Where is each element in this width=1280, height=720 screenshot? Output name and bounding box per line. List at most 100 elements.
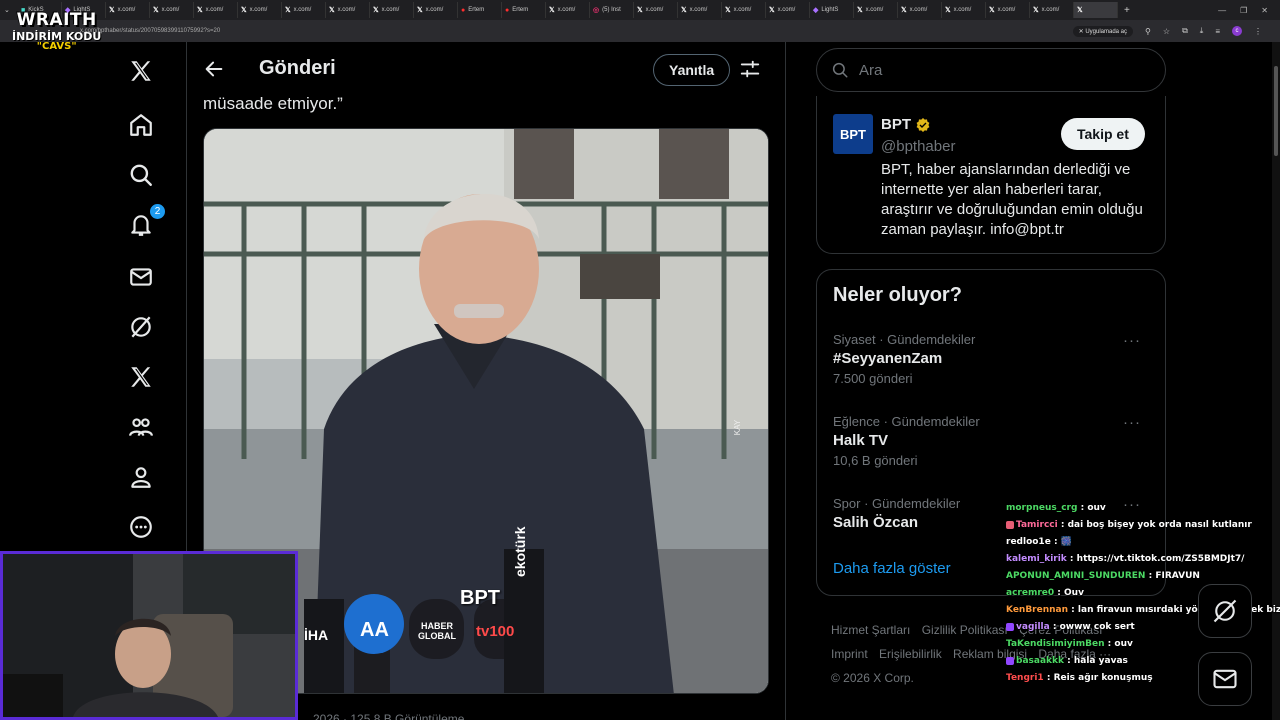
- x-logo-icon[interactable]: [126, 56, 156, 86]
- chat-text: hala yavas: [1073, 656, 1128, 666]
- restore-icon[interactable]: ❐: [1240, 6, 1247, 15]
- open-in-app-button[interactable]: ✕ Uygulamada aç: [1072, 25, 1134, 37]
- communities-icon[interactable]: [126, 412, 156, 442]
- footer-link-imprint[interactable]: Imprint: [831, 647, 868, 661]
- search-svg: [130, 164, 152, 186]
- trend-more-icon[interactable]: ···: [1123, 414, 1141, 431]
- more-options-icon[interactable]: [126, 512, 156, 542]
- back-arrow-icon[interactable]: [203, 58, 225, 80]
- browser-tab[interactable]: 𝕏x.com/: [106, 2, 150, 18]
- reply-button[interactable]: Yanıtla: [653, 54, 731, 86]
- messages-mail-icon[interactable]: [126, 262, 156, 292]
- x-icon: 𝕏: [241, 7, 247, 14]
- mic-label-iha: İHA: [304, 627, 329, 643]
- browser-tab[interactable]: 𝕏x.com/: [854, 2, 898, 18]
- more-vert-icon[interactable]: ⋮: [1254, 27, 1262, 36]
- mic-label-aa: AA: [360, 619, 389, 641]
- browser-tab[interactable]: ● Ertem: [458, 2, 502, 18]
- browser-tab[interactable]: 𝕏x.com/: [986, 2, 1030, 18]
- footer-link-terms[interactable]: Hizmet Şartları: [831, 623, 910, 637]
- sponsor-code: "CAVS": [36, 41, 77, 52]
- scrollbar-thumb[interactable]: [1274, 66, 1278, 156]
- menu-icon[interactable]: ≡: [1215, 27, 1220, 36]
- download-icon[interactable]: ⤓: [1200, 26, 1204, 36]
- minimize-icon[interactable]: —: [1218, 6, 1226, 15]
- browser-tab-label: x.com/: [645, 7, 664, 13]
- browser-tab[interactable]: 𝕏x.com/: [238, 2, 282, 18]
- trend-item[interactable]: Siyaset · Gündemdekiler #SeyyanenZam 7.5…: [833, 332, 1153, 386]
- show-more-link[interactable]: Daha fazla göster: [833, 560, 951, 577]
- grok-icon[interactable]: [126, 312, 156, 342]
- browser-tab[interactable]: 𝕏x.com/: [150, 2, 194, 18]
- browser-tab[interactable]: ● Ertem: [502, 2, 546, 18]
- new-tab-icon[interactable]: +: [1124, 5, 1130, 16]
- browser-tab-label: x.com/: [117, 7, 136, 13]
- browser-tabstrip: ⌄ ■ KickS ◆ LightS 𝕏x.com/𝕏x.com/𝕏x.com/𝕏x.co…: [0, 0, 1280, 20]
- browser-tab-label: x.com/: [381, 7, 400, 13]
- chat-username: KenBrennan: [1006, 605, 1069, 615]
- chat-username: morpneus_crg: [1006, 503, 1078, 513]
- home-icon[interactable]: [126, 110, 156, 140]
- chat-username: vagilla: [1016, 622, 1050, 632]
- grok-float-button[interactable]: [1198, 584, 1252, 638]
- streamer-webcam: [0, 551, 298, 720]
- browser-tab[interactable]: 𝕏: [1074, 2, 1118, 18]
- zoom-icon[interactable]: ⚲: [1145, 27, 1151, 36]
- browser-tab-label: x.com/: [777, 7, 796, 13]
- browser-tab[interactable]: ◆ LightS: [810, 2, 854, 18]
- close-icon[interactable]: ✕: [1261, 6, 1268, 15]
- chat-username: basaakkk: [1016, 656, 1064, 666]
- search-input[interactable]: Ara: [816, 48, 1166, 92]
- chat-message: APONUN_AMINI_SUNDUREN : FIRAVUN: [1006, 568, 1276, 585]
- trend-item[interactable]: Eğlence · Gündemdekiler Halk TV 10,6 B g…: [833, 414, 1153, 468]
- chat-text: 🎆: [1060, 537, 1072, 547]
- browser-tab[interactable]: 𝕏x.com/: [766, 2, 810, 18]
- profile-handle[interactable]: @bpthaber: [881, 138, 955, 155]
- chat-separator: :: [1104, 639, 1115, 649]
- browser-tab[interactable]: 𝕏x.com/: [370, 2, 414, 18]
- post-header: Gönderi Yanıtla: [187, 42, 785, 96]
- follow-button[interactable]: Takip et: [1061, 118, 1145, 150]
- trend-count: 7.500 gönderi: [833, 371, 913, 386]
- bpt-avatar[interactable]: BPT: [833, 114, 873, 154]
- browser-tab-label: x.com/: [337, 7, 356, 13]
- messages-float-button[interactable]: [1198, 652, 1252, 706]
- browser-tab[interactable]: 𝕏x.com/: [546, 2, 590, 18]
- bookmark-star-icon[interactable]: ☆: [1163, 27, 1170, 36]
- trend-name: #SeyyanenZam: [833, 350, 943, 367]
- profile-avatar[interactable]: c: [1232, 26, 1242, 36]
- mic-label-tv100: tv100: [476, 623, 515, 640]
- footer-link-accessibility[interactable]: Erişilebilirlik: [879, 647, 942, 661]
- browser-tab[interactable]: 𝕏x.com/: [194, 2, 238, 18]
- premium-x-icon[interactable]: [126, 362, 156, 392]
- browser-tab[interactable]: 𝕏x.com/: [678, 2, 722, 18]
- profile-icon[interactable]: [126, 462, 156, 492]
- browser-tab[interactable]: 𝕏x.com/: [898, 2, 942, 18]
- browser-tab-label: x.com/: [161, 7, 180, 13]
- browser-tab[interactable]: 𝕏x.com/: [634, 2, 678, 18]
- chat-separator: :: [1068, 605, 1078, 615]
- browser-tab[interactable]: 𝕏x.com/: [414, 2, 458, 18]
- extensions-icon[interactable]: ⧉: [1182, 26, 1188, 36]
- profile-bio: BPT, haber ajanslarından derlediği ve in…: [881, 161, 1143, 238]
- browser-tab[interactable]: 𝕏x.com/: [1030, 2, 1074, 18]
- profile-name[interactable]: BPT: [881, 116, 931, 133]
- chat-badge-icon: [1006, 656, 1014, 665]
- chat-separator: :: [1049, 622, 1060, 632]
- notifications-bell-icon[interactable]: 2: [126, 204, 165, 240]
- browser-tab[interactable]: 𝕏x.com/: [942, 2, 986, 18]
- explore-search-icon[interactable]: [126, 160, 156, 190]
- video-watermark: BPT: [460, 587, 500, 609]
- browser-tab[interactable]: 𝕏x.com/: [326, 2, 370, 18]
- trend-more-icon[interactable]: ···: [1123, 332, 1141, 349]
- browser-tab[interactable]: ◎ (5) Inst: [590, 2, 634, 18]
- chat-separator: :: [1050, 537, 1061, 547]
- footer-link-privacy[interactable]: Gizlilik Politikası: [922, 623, 1008, 637]
- chat-text: ouv: [1087, 503, 1106, 513]
- browser-tab[interactable]: 𝕏x.com/: [722, 2, 766, 18]
- browser-tab[interactable]: 𝕏x.com/: [282, 2, 326, 18]
- tune-settings-icon[interactable]: [739, 58, 761, 80]
- address-bar[interactable]: x.com/bpthaber/status/200705983991107599…: [0, 20, 1280, 42]
- chat-separator: :: [1077, 503, 1088, 513]
- x-icon: 𝕏: [857, 7, 863, 14]
